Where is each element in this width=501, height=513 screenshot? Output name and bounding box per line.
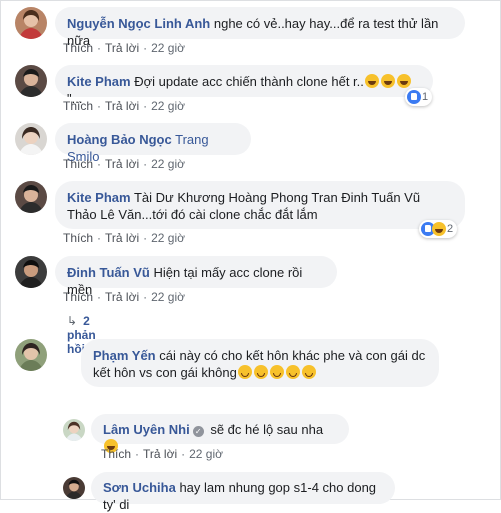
comment-bubble: Sơn Uchiha hay lam nhung gop s1-4 cho do… — [91, 472, 395, 512]
reply-link[interactable]: Trả lời — [105, 231, 139, 245]
comment-author[interactable]: Kite Pham — [67, 74, 131, 89]
comment-bubble: Kite Pham Tài Dư Khương Hoàng Phong Tran… — [55, 181, 465, 229]
comment-author[interactable]: Kite Pham — [67, 190, 131, 205]
separator: · — [143, 157, 148, 171]
reply-link[interactable]: Trả lời — [105, 157, 139, 171]
reaction-summary[interactable]: 2 — [419, 220, 458, 238]
smiling-emoji-icon — [253, 365, 268, 379]
avatar[interactable] — [15, 123, 47, 155]
reply-arrow-icon: ↳ — [67, 314, 78, 328]
comment-author[interactable]: Sơn Uchiha — [103, 480, 176, 495]
comment-actions: Thích · Trả lời · 22 giờ — [63, 231, 185, 245]
comment-bubble: Đinh Tuấn Vũ Hiện tại mấy acc clone rồi … — [55, 256, 337, 297]
separator: · — [181, 447, 186, 461]
avatar[interactable] — [15, 7, 47, 39]
separator: · — [143, 41, 148, 55]
comment-author[interactable]: Nguyễn Ngọc Linh Anh — [67, 16, 210, 31]
like-link[interactable]: Thích — [101, 447, 131, 461]
laughing-emoji-icon — [380, 74, 395, 88]
comment-bubble: Kite Pham Đợi update acc chiến thành clo… — [55, 65, 433, 106]
comment-bubble: Lâm Uyên Nhi ✓ sẽ đc hé lộ sau nha — [91, 414, 349, 453]
comment-bubble: Nguyễn Ngọc Linh Anh nghe có vẻ..hay hay… — [55, 7, 465, 48]
separator: · — [143, 99, 148, 113]
like-link[interactable]: Thích — [63, 231, 93, 245]
laughing-emoji-icon — [396, 74, 411, 88]
separator: · — [97, 157, 102, 171]
comment-author[interactable]: Đinh Tuấn Vũ — [67, 265, 150, 280]
comment-actions: Thích · Trả lời · 22 giờ — [63, 157, 185, 171]
comment-author[interactable]: Lâm Uyên Nhi — [103, 422, 190, 437]
timestamp[interactable]: 22 giờ — [151, 290, 185, 304]
reply-link[interactable]: Trả lời — [143, 447, 177, 461]
comment-author[interactable]: Phạm Yến — [93, 348, 156, 363]
like-link[interactable]: Thích — [63, 99, 93, 113]
separator: · — [143, 231, 148, 245]
smiling-emoji-icon — [301, 365, 316, 379]
separator: · — [97, 41, 102, 55]
avatar[interactable] — [63, 419, 85, 441]
reaction-summary[interactable]: 1 — [405, 88, 433, 106]
comment-text: sẽ đc hé lộ sau nha — [210, 422, 324, 437]
avatar[interactable] — [63, 477, 85, 499]
separator: · — [143, 290, 148, 304]
separator: · — [97, 99, 102, 113]
smiling-emoji-icon — [269, 365, 284, 379]
avatar[interactable] — [15, 339, 47, 371]
separator: · — [97, 290, 102, 304]
smiling-emoji-icon — [285, 365, 300, 379]
laughing-emoji-icon — [364, 74, 379, 88]
like-link[interactable]: Thích — [63, 41, 93, 55]
reaction-count: 1 — [422, 91, 429, 103]
timestamp[interactable]: 22 giờ — [151, 231, 185, 245]
haha-reaction-icon — [432, 222, 446, 236]
avatar[interactable] — [15, 65, 47, 97]
timestamp[interactable]: 22 giờ — [151, 99, 185, 113]
avatar[interactable] — [15, 181, 47, 213]
comment-bubble: Phạm Yến cái này có cho kết hôn khác phe… — [81, 339, 439, 387]
comment-actions: Thích · Trả lời · 22 giờ — [101, 447, 223, 461]
avatar[interactable] — [15, 256, 47, 288]
separator: · — [135, 447, 140, 461]
reply-link[interactable]: Trả lời — [105, 41, 139, 55]
timestamp[interactable]: 22 giờ — [151, 41, 185, 55]
verified-check-icon: ✓ — [192, 426, 204, 437]
smiling-emoji-icon — [237, 365, 252, 379]
reply-link[interactable]: Trả lời — [105, 290, 139, 304]
timestamp[interactable]: 22 giờ — [189, 447, 223, 461]
timestamp[interactable]: 22 giờ — [151, 157, 185, 171]
like-link[interactable]: Thích — [63, 157, 93, 171]
comment-bubble: Hoàng Bảo Ngọc Trang Smilo — [55, 123, 251, 164]
comment-actions: Thích · Trả lời · 22 giờ — [63, 99, 185, 113]
like-reaction-icon — [407, 90, 421, 104]
like-link[interactable]: Thích — [63, 290, 93, 304]
comment-actions: Thích · Trả lời · 22 giờ — [63, 290, 185, 304]
separator: · — [97, 231, 102, 245]
reply-link[interactable]: Trả lời — [105, 99, 139, 113]
reaction-count: 2 — [447, 223, 454, 235]
comment-text: Đợi update acc chiến thành clone hết r.. — [134, 74, 364, 89]
comment-actions: Thích · Trả lời · 22 giờ — [63, 41, 185, 55]
comment-author[interactable]: Hoàng Bảo Ngọc — [67, 132, 172, 147]
